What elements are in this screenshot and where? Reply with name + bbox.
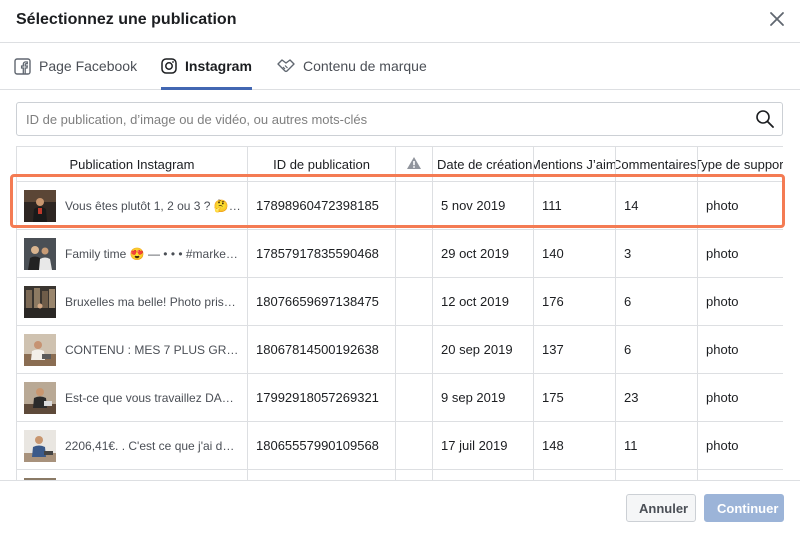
table-row[interactable]: Family time 😍 — • • • #marketin... 17857… xyxy=(16,229,783,278)
col-header-comments[interactable]: Commentaires xyxy=(615,146,698,182)
post-date: 9 sep 2019 xyxy=(432,373,534,422)
tab-label: Contenu de marque xyxy=(303,58,427,74)
facebook-icon xyxy=(14,57,31,75)
warning-cell xyxy=(395,277,433,326)
col-header-likes[interactable]: Mentions J’aime xyxy=(533,146,616,182)
post-likes: 148 xyxy=(533,421,616,470)
post-id: 18067814500192638 xyxy=(247,325,396,374)
table-row[interactable]: CONTENU : MES 7 PLUS GRAND... 1806781450… xyxy=(16,325,783,374)
post-type: photo xyxy=(697,181,783,230)
post-date: 5 nov 2019 xyxy=(432,181,534,230)
post-thumbnail xyxy=(24,285,56,318)
search-icon[interactable] xyxy=(755,109,775,129)
post-caption: Bruxelles ma belle! Photo prise p... xyxy=(65,294,241,309)
post-thumbnail xyxy=(24,429,56,462)
post-id: 18065557990109568 xyxy=(247,421,396,470)
post-type: photo xyxy=(697,229,783,278)
posts-table: Publication Instagram ID de publication … xyxy=(16,146,783,480)
posts-table-container[interactable]: Publication Instagram ID de publication … xyxy=(16,146,783,480)
post-comments: 14 xyxy=(615,181,698,230)
warning-cell xyxy=(395,373,433,422)
post-comments: 6 xyxy=(615,325,698,374)
table-row[interactable] xyxy=(16,469,783,480)
post-type: photo xyxy=(697,325,783,374)
post-likes: 111 xyxy=(533,181,616,230)
post-caption: 2206,41€. . C'est ce que j'ai dép... xyxy=(65,438,241,453)
publication-cell: CONTENU : MES 7 PLUS GRAND... xyxy=(16,325,248,374)
publication-cell: Bruxelles ma belle! Photo prise p... xyxy=(16,277,248,326)
post-id: 18076659697138475 xyxy=(247,277,396,326)
post-likes: 175 xyxy=(533,373,616,422)
post-thumbnail xyxy=(24,381,56,414)
search-input[interactable] xyxy=(26,103,746,135)
post-caption: Vous êtes plutôt 1, 2 ou 3 ? 🤔 . ... xyxy=(65,198,241,213)
post-comments: 23 xyxy=(615,373,698,422)
post-likes: 137 xyxy=(533,325,616,374)
table-header-row: Publication Instagram ID de publication … xyxy=(16,146,783,182)
publication-cell xyxy=(16,469,248,480)
col-header-warning[interactable] xyxy=(395,146,433,182)
post-type: photo xyxy=(697,373,783,422)
search-box xyxy=(16,102,783,136)
tab-label: Instagram xyxy=(185,58,252,74)
table-row[interactable]: Est-ce que vous travaillez DANS ... 1799… xyxy=(16,373,783,422)
post-thumbnail xyxy=(24,333,56,366)
col-header-id[interactable]: ID de publication xyxy=(247,146,396,182)
publication-cell: Family time 😍 — • • • #marketin... xyxy=(16,229,248,278)
handshake-icon xyxy=(277,59,295,73)
post-likes: 140 xyxy=(533,229,616,278)
post-type: photo xyxy=(697,421,783,470)
post-comments: 11 xyxy=(615,421,698,470)
warning-icon xyxy=(407,156,421,169)
dialog-footer: Annuler Continuer xyxy=(0,480,800,534)
post-thumbnail xyxy=(24,237,56,270)
tab-contenu-de-marque[interactable]: Contenu de marque xyxy=(277,43,427,89)
close-icon[interactable] xyxy=(766,8,788,30)
dialog-header: Sélectionnez une publication xyxy=(0,0,800,43)
post-caption: Est-ce que vous travaillez DANS ... xyxy=(65,390,241,405)
post-date: 12 oct 2019 xyxy=(432,277,534,326)
cancel-button[interactable]: Annuler xyxy=(626,494,696,522)
post-type: photo xyxy=(697,277,783,326)
post-date: 20 sep 2019 xyxy=(432,325,534,374)
post-comments: 6 xyxy=(615,277,698,326)
post-caption: Family time 😍 — • • • #marketin... xyxy=(65,246,241,261)
publication-cell: Est-ce que vous travaillez DANS ... xyxy=(16,373,248,422)
instagram-icon xyxy=(161,58,177,74)
publication-cell: 2206,41€. . C'est ce que j'ai dép... xyxy=(16,421,248,470)
table-row[interactable]: Vous êtes plutôt 1, 2 ou 3 ? 🤔 . ... 178… xyxy=(16,181,783,230)
publication-cell: Vous êtes plutôt 1, 2 ou 3 ? 🤔 . ... xyxy=(16,181,248,230)
post-date: 29 oct 2019 xyxy=(432,229,534,278)
table-row[interactable]: Bruxelles ma belle! Photo prise p... 180… xyxy=(16,277,783,326)
col-header-type[interactable]: Type de support xyxy=(697,146,783,182)
col-header-date[interactable]: Date de création xyxy=(432,146,534,182)
dialog-title: Sélectionnez une publication xyxy=(16,11,237,28)
warning-cell xyxy=(395,229,433,278)
tab-instagram[interactable]: Instagram xyxy=(161,43,252,90)
tab-label: Page Facebook xyxy=(39,58,138,74)
col-header-publication[interactable]: Publication Instagram xyxy=(16,146,248,182)
post-date: 17 juil 2019 xyxy=(432,421,534,470)
post-thumbnail xyxy=(24,189,56,222)
post-caption: CONTENU : MES 7 PLUS GRAND... xyxy=(65,342,241,357)
post-comments: 3 xyxy=(615,229,698,278)
warning-cell xyxy=(395,325,433,374)
warning-cell xyxy=(395,181,433,230)
post-id: 17898960472398185 xyxy=(247,181,396,230)
table-row[interactable]: 2206,41€. . C'est ce que j'ai dép... 180… xyxy=(16,421,783,470)
post-likes: 176 xyxy=(533,277,616,326)
warning-cell xyxy=(395,421,433,470)
continue-button[interactable]: Continuer xyxy=(704,494,784,522)
post-id: 17857917835590468 xyxy=(247,229,396,278)
tab-page-facebook[interactable]: Page Facebook xyxy=(14,43,137,89)
post-id: 17992918057269321 xyxy=(247,373,396,422)
tab-bar: Page Facebook Instagram Contenu de marqu… xyxy=(0,43,800,90)
